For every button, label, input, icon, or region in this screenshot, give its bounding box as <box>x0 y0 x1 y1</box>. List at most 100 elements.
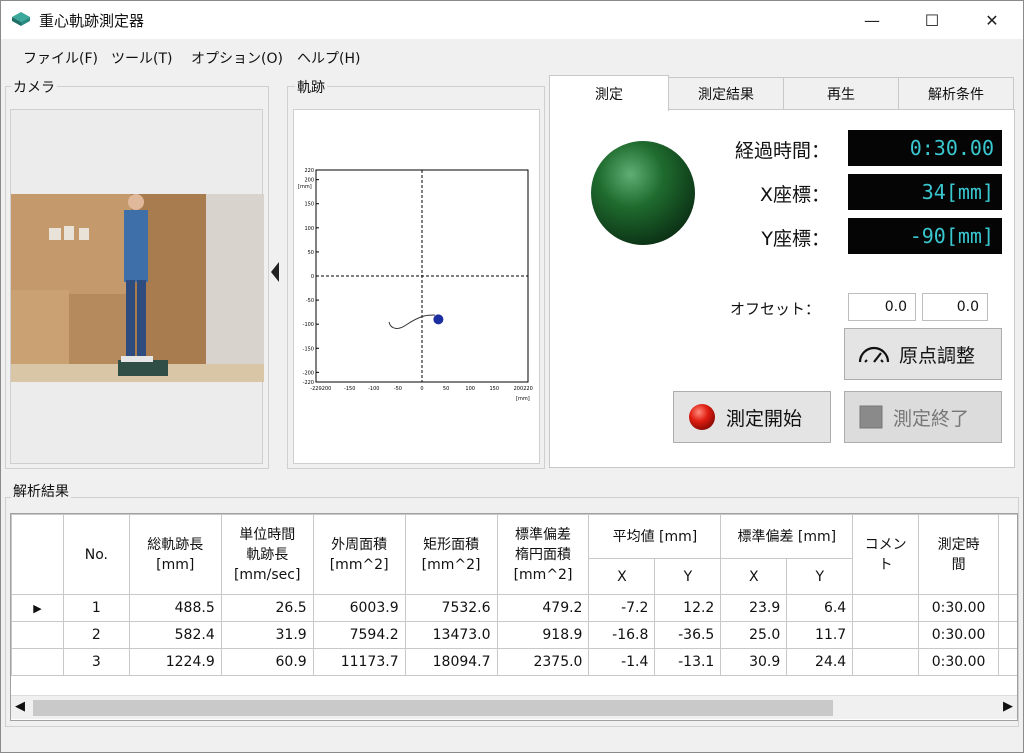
cell-ellipse-area[interactable]: 479.2 <box>496 594 590 622</box>
col-header-comment[interactable]: コメント <box>852 514 920 595</box>
cell-no[interactable]: 3 <box>62 648 130 676</box>
menu-tools[interactable]: ツール(T) <box>111 48 172 68</box>
y-tick-label: 200 <box>304 178 314 184</box>
scroll-left-icon[interactable]: ◀ <box>15 699 25 714</box>
col-header-mean[interactable]: 平均値 [mm] <box>588 514 722 559</box>
col-header-std[interactable]: 標準偏差 [mm] <box>720 514 854 559</box>
close-icon: ✕ <box>985 10 999 30</box>
stop-measurement-button[interactable]: 測定終了 <box>844 391 1002 443</box>
row-selector[interactable]: ▶ <box>11 594 64 622</box>
cell-mean-y[interactable]: 12.2 <box>654 594 722 622</box>
col-header-rect-area[interactable]: 矩形面積 [mm^2] <box>404 514 498 595</box>
cell-rect-area[interactable]: 13473.0 <box>404 621 498 649</box>
cell-unit-len[interactable]: 31.9 <box>220 621 314 649</box>
trace-group-label: 軌跡 <box>295 77 327 97</box>
y-coordinate-label: Y座標： <box>761 228 830 250</box>
y-tick-label: 50 <box>308 250 314 256</box>
col-header-total-length[interactable]: 総軌跡長 [mm] <box>128 514 222 595</box>
x-coordinate-display: 34[mm] <box>848 174 1002 210</box>
col-header-std-y[interactable]: Y <box>786 558 854 595</box>
cell-unit-len[interactable]: 26.5 <box>220 594 314 622</box>
scrollbar-thumb[interactable] <box>33 700 833 716</box>
cell-mean-y[interactable]: -13.1 <box>654 648 722 676</box>
origin-adjust-button[interactable]: 原点調整 <box>844 328 1002 380</box>
cell-std-x[interactable]: 30.9 <box>720 648 788 676</box>
cell-outer-area[interactable]: 11173.7 <box>312 648 406 676</box>
cell-std-y[interactable]: 11.7 <box>786 621 854 649</box>
cell-rect-area[interactable]: 7532.6 <box>404 594 498 622</box>
col-header-line: [mm^2] <box>513 566 573 583</box>
cell-rect-area[interactable]: 18094.7 <box>404 648 498 676</box>
col-header-line: 測定時 <box>937 536 980 553</box>
col-header-overflow[interactable] <box>998 514 1017 595</box>
cell-no[interactable]: 1 <box>62 594 130 622</box>
cell-time[interactable]: 0:30.00 <box>918 621 1000 649</box>
cell-std-x[interactable]: 23.9 <box>720 594 788 622</box>
cell-comment[interactable] <box>852 648 920 676</box>
y-tick-label: -100 <box>303 322 314 328</box>
col-header-mean-x[interactable]: X <box>588 558 656 595</box>
tab-playback[interactable]: 再生 <box>783 77 899 111</box>
col-header-line: 単位時間 <box>239 526 296 543</box>
start-measurement-button[interactable]: 測定開始 <box>673 391 831 443</box>
horizontal-scrollbar[interactable]: ◀ ▶ <box>11 695 1017 719</box>
col-header-time[interactable]: 測定時間 <box>918 514 1000 595</box>
cell-std-y[interactable]: 24.4 <box>786 648 854 676</box>
menu-options[interactable]: オプション(O) <box>191 48 283 68</box>
menu-help[interactable]: ヘルプ(H) <box>297 48 360 68</box>
cell-mean-x[interactable]: -1.4 <box>588 648 656 676</box>
cell-ellipse-area[interactable]: 2375.0 <box>496 648 590 676</box>
row-selector[interactable] <box>11 648 64 676</box>
window-title: 重心軌跡測定器 <box>39 12 145 30</box>
col-header-line: [mm^2] <box>421 556 481 573</box>
cell-mean-x[interactable]: -16.8 <box>588 621 656 649</box>
col-header-outer-area[interactable]: 外周面積 [mm^2] <box>312 514 406 595</box>
row-selector[interactable] <box>11 621 64 649</box>
cell-total-len[interactable]: 488.5 <box>128 594 222 622</box>
cell-mean-y[interactable]: -36.5 <box>654 621 722 649</box>
cell-time[interactable]: 0:30.00 <box>918 648 1000 676</box>
tab-measure-label: 測定 <box>595 86 623 103</box>
tab-analysis-conditions[interactable]: 解析条件 <box>898 77 1014 111</box>
close-button[interactable]: ✕ <box>969 1 1015 39</box>
cell-time[interactable]: 0:30.00 <box>918 594 1000 622</box>
cell-overflow[interactable] <box>998 594 1017 622</box>
maximize-button[interactable]: ☐ <box>909 1 955 39</box>
cell-outer-area[interactable]: 7594.2 <box>312 621 406 649</box>
cell-mean-x[interactable]: -7.2 <box>588 594 656 622</box>
menu-file[interactable]: ファイル(F) <box>23 48 98 68</box>
cell-no[interactable]: 2 <box>62 621 130 649</box>
cell-comment[interactable] <box>852 594 920 622</box>
cell-total-len[interactable]: 582.4 <box>128 621 222 649</box>
col-header-no[interactable]: No. <box>62 514 130 595</box>
minimize-button[interactable]: — <box>849 1 895 39</box>
offset-x-field[interactable]: 0.0 <box>848 293 916 321</box>
cell-std-x[interactable]: 25.0 <box>720 621 788 649</box>
cell-comment[interactable] <box>852 621 920 649</box>
cell-overflow[interactable] <box>998 648 1017 676</box>
table-row[interactable]: 2 582.4 31.9 7594.2 13473.0 918.9 -16.8 -36.5 25… <box>11 621 1017 649</box>
table-row[interactable]: 3 1224.9 60.9 11173.7 18094.7 2375.0 -1.4 -13.1… <box>11 648 1017 676</box>
x-tick-label: -150 <box>344 386 355 392</box>
elapsed-time-display: 0:30.00 <box>848 130 1002 166</box>
cell-unit-len[interactable]: 60.9 <box>220 648 314 676</box>
col-header-ellipse-area[interactable]: 標準偏差 楕円面積 [mm^2] <box>496 514 590 595</box>
tab-results[interactable]: 測定結果 <box>668 77 784 111</box>
cell-overflow[interactable] <box>998 621 1017 649</box>
col-header-std-x[interactable]: X <box>720 558 788 595</box>
cell-total-len[interactable]: 1224.9 <box>128 648 222 676</box>
col-header-unit-length[interactable]: 単位時間 軌跡長 [mm/sec] <box>220 514 314 595</box>
record-icon <box>689 404 715 430</box>
cell-outer-area[interactable]: 6003.9 <box>312 594 406 622</box>
offset-y-field[interactable]: 0.0 <box>922 293 988 321</box>
offset-label: オフセット： <box>730 300 821 318</box>
tab-measure[interactable]: 測定 <box>549 75 669 111</box>
results-table: No. 総軌跡長 [mm] 単位時間 軌跡長 [mm/sec] 外周面積 [mm^2] … <box>11 514 1017 676</box>
collapse-panel-arrow-icon[interactable] <box>271 262 279 282</box>
scroll-right-icon[interactable]: ▶ <box>1003 699 1013 714</box>
cell-ellipse-area[interactable]: 918.9 <box>496 621 590 649</box>
cell-std-y[interactable]: 6.4 <box>786 594 854 622</box>
tab-results-label: 測定結果 <box>698 87 754 103</box>
table-row[interactable]: ▶ 1 488.5 26.5 6003.9 7532.6 479.2 -7.2 12.2 23.9… <box>11 594 1017 622</box>
col-header-mean-y[interactable]: Y <box>654 558 722 595</box>
